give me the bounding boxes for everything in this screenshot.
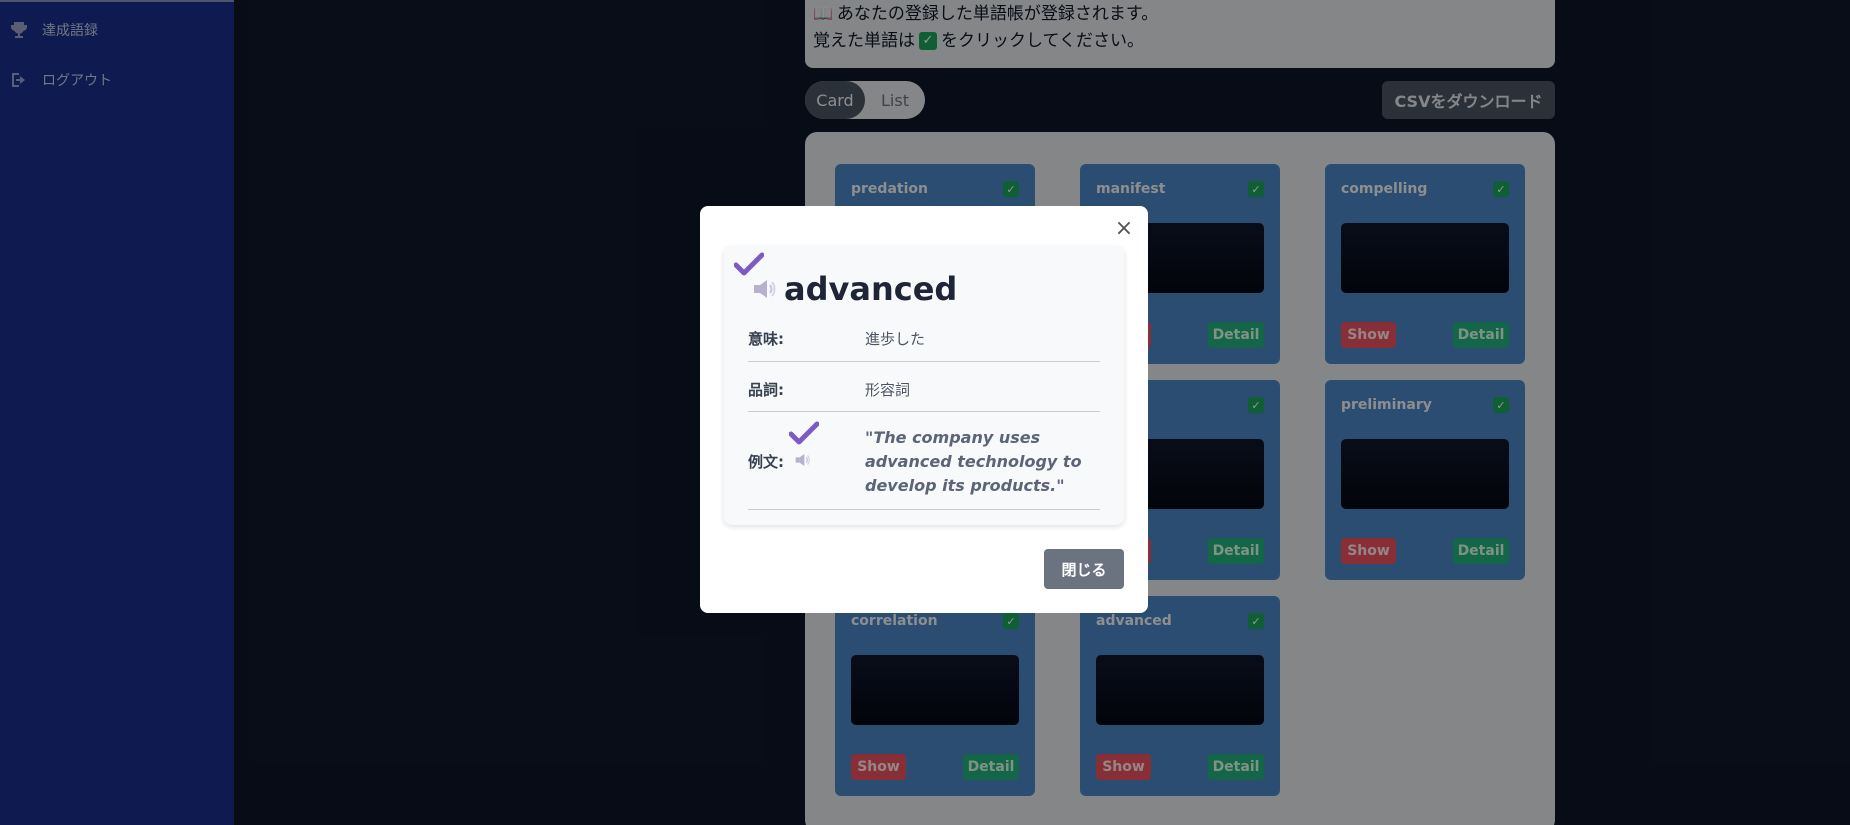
example-speaker-icon[interactable]: [794, 452, 812, 468]
modal-word: advanced: [784, 270, 958, 308]
meaning-value: 進歩した: [865, 330, 926, 348]
word-title-row: advanced: [752, 270, 957, 308]
example-row: 例文: "The company uses advanced technolog…: [748, 412, 1100, 510]
part-of-speech-row: 品詞: 形容詞: [748, 362, 1100, 412]
close-button[interactable]: 閉じる: [1044, 549, 1124, 589]
word-detail-card: advanced 意味: 進歩した 品詞: 形容詞 例文: "The compa…: [724, 246, 1124, 525]
meaning-label: 意味:: [748, 330, 784, 348]
example-sentence: "The company uses advanced technology to…: [865, 428, 1082, 495]
part-of-speech-value: 形容詞: [865, 381, 911, 399]
speaker-icon[interactable]: [752, 277, 778, 301]
example-check-icon[interactable]: [789, 421, 819, 445]
close-icon[interactable]: ×: [1112, 216, 1136, 241]
word-detail-modal: × advanced 意味: 進歩した 品詞: 形容詞 例文: "The com…: [700, 206, 1148, 613]
example-label: 例文:: [748, 453, 784, 471]
part-of-speech-label: 品詞:: [748, 381, 784, 399]
meaning-row: 意味: 進歩した: [748, 312, 1100, 362]
